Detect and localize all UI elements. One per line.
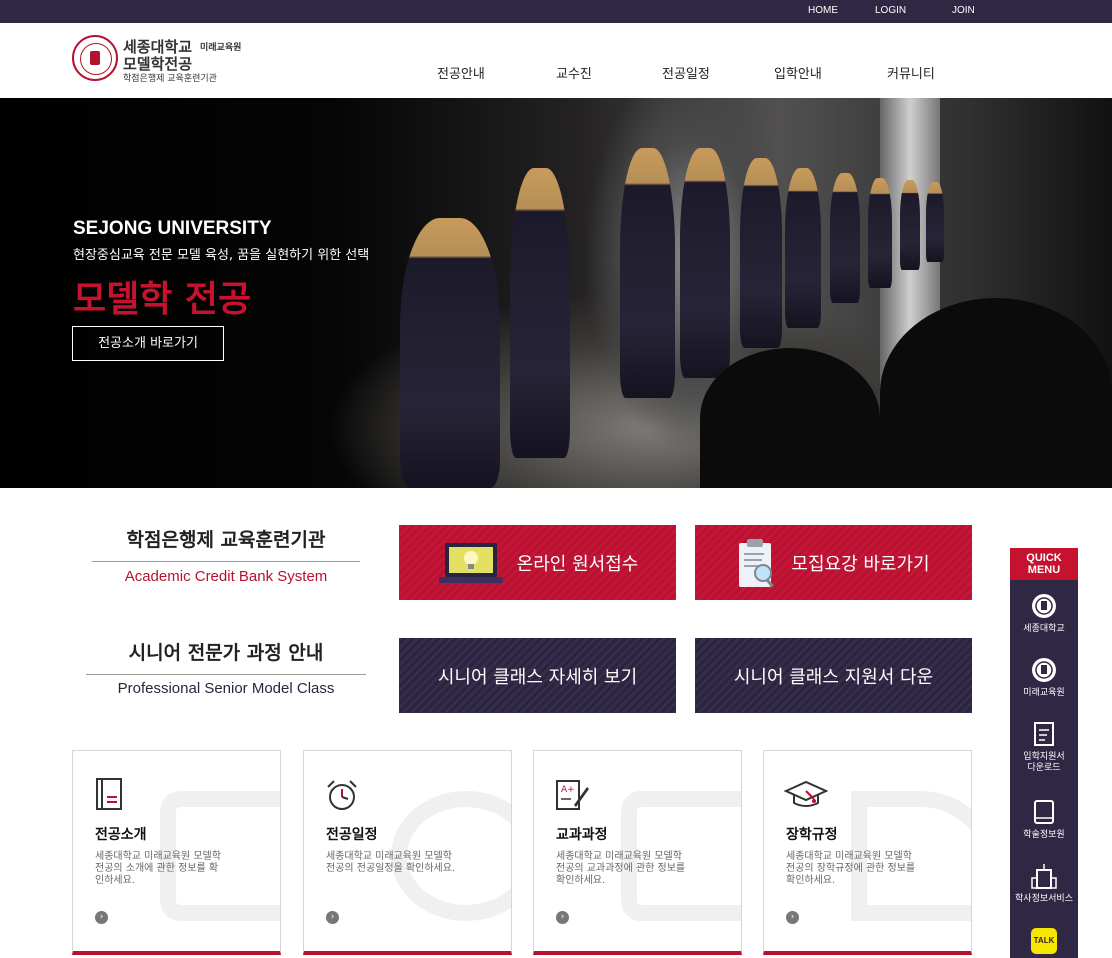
runway-model-figure (900, 180, 920, 270)
nav-item-faculty[interactable]: 교수진 (556, 63, 592, 82)
logo-tagline: 학점은행제 교육훈련기관 (123, 74, 217, 84)
runway-model-figure (740, 158, 782, 348)
runway-model-figure (620, 148, 675, 398)
kakao-talk-icon: TALK (1031, 928, 1057, 954)
section-divider (86, 674, 366, 675)
quick-item-kakao-talk[interactable]: TALK (1010, 928, 1078, 954)
chevron-right-icon[interactable]: › (326, 911, 339, 924)
quick-menu-title-2: MENU (1027, 564, 1061, 576)
runway-model-figure (868, 178, 892, 288)
chevron-right-icon[interactable]: › (95, 911, 108, 924)
svg-text:A+: A+ (561, 785, 575, 795)
online-application-button[interactable]: 온라인 원서접수 (399, 525, 676, 600)
runway-model-figure (510, 168, 570, 458)
recruitment-guide-label: 모집요강 바로가기 (791, 553, 930, 575)
grade-pencil-icon: A+ (556, 780, 589, 810)
senior-course-english: Professional Senior Model Class (117, 680, 335, 697)
quick-item-label: 세종대학교 (1023, 624, 1065, 634)
university-seal-logo[interactable] (72, 35, 118, 81)
major-intro-button[interactable]: 전공소개 바로가기 (72, 326, 224, 361)
top-utility-bar: HOME LOGIN JOIN (0, 0, 1112, 23)
runway-model-figure (400, 218, 500, 488)
hero-title: SEJONG UNIVERSITY (73, 218, 272, 239)
card-description: 세종대학교 미래교육원 모델학전공의 교과과정에 관한 정보를 확인하세요. (556, 851, 686, 886)
site-header: 세종대학교 미래교육원 모델학전공 학점은행제 교육훈련기관 전공안내 교수진 … (0, 23, 1112, 98)
quick-item-future-edu[interactable]: 미래교육원 (1010, 656, 1078, 699)
nav-item-admission[interactable]: 입학안내 (774, 63, 822, 82)
runway-model-figure (830, 173, 860, 303)
chevron-right-icon[interactable]: › (786, 911, 799, 924)
logo-school-name[interactable]: 미래교육원 (200, 40, 241, 53)
section-divider (92, 561, 360, 562)
hero-banner: SEJONG UNIVERSITY 현장중심교육 전문 모델 육성, 꿈을 실현… (0, 98, 1112, 488)
quick-item-label: 미래교육원 (1023, 688, 1065, 698)
laptop-lightbulb-icon (438, 542, 503, 583)
hero-major-heading: 모델학 전공 (73, 279, 252, 320)
card-title: 전공소개 (95, 827, 147, 843)
runway-model-figure (785, 168, 821, 328)
nav-item-major-info[interactable]: 전공안내 (437, 63, 485, 82)
join-link[interactable]: JOIN (952, 5, 975, 16)
runway-model-figure (680, 148, 730, 378)
login-link[interactable]: LOGIN (875, 5, 906, 16)
senior-class-detail-button[interactable]: 시니어 클래스 자세히 보기 (399, 638, 676, 713)
card-major-intro[interactable]: 전공소개 세종대학교 미래교육원 모델학전공의 소개에 관한 정보를 확인하세요… (72, 750, 281, 955)
senior-course-heading: 시니어 전문가 과정 안내 (128, 642, 324, 664)
graduation-cap-icon (784, 780, 828, 807)
quick-item-academic-service[interactable]: 학사정보서비스 (1010, 862, 1078, 905)
chevron-right-icon[interactable]: › (556, 911, 569, 924)
university-emblem-icon (1032, 658, 1056, 682)
card-description: 세종대학교 미래교육원 모델학전공의 소개에 관한 정보를 확인하세요. (95, 851, 221, 886)
credit-bank-english: Academic Credit Bank System (124, 568, 328, 585)
quick-item-label: 입학지원서 다운로드 (1023, 752, 1065, 773)
kakao-talk-label: TALK (1033, 936, 1055, 945)
card-description: 세종대학교 미래교육원 모델학전공의 장학규정에 관한 정보를 확인하세요. (786, 851, 916, 886)
audience-silhouette (700, 348, 880, 488)
runway-model-figure (926, 182, 944, 262)
quick-item-label: 학사정보서비스 (1015, 894, 1073, 904)
senior-class-application-download-button[interactable]: 시니어 클래스 지원서 다운 (695, 638, 972, 713)
recruitment-guide-button[interactable]: 모집요강 바로가기 (695, 525, 972, 600)
audience-silhouette (880, 298, 1112, 488)
card-title: 교과과정 (556, 827, 608, 843)
card-description: 세종대학교 미래교육원 모델학전공의 전공일정을 확인하세요. (326, 851, 456, 874)
quick-item-library[interactable]: 학술정보원 (1010, 798, 1078, 841)
building-icon (1031, 864, 1057, 889)
card-title: 전공일정 (326, 827, 378, 843)
quick-menu-header: QUICK MENU (1010, 548, 1078, 580)
card-scholarship[interactable]: 장학규정 세종대학교 미래교육원 모델학전공의 장학규정에 관한 정보를 확인하… (763, 750, 972, 955)
quick-menu-title-1: QUICK (1026, 552, 1062, 564)
card-curriculum[interactable]: A+ 교과과정 세종대학교 미래교육원 모델학전공의 교과과정에 관한 정보를 … (533, 750, 742, 955)
card-title: 장학규정 (786, 827, 838, 843)
quick-item-application-download[interactable]: 입학지원서 다운로드 (1010, 720, 1078, 774)
university-emblem-icon (1032, 594, 1056, 618)
document-edit-icon (1034, 722, 1054, 746)
credit-bank-heading: 학점은행제 교육훈련기관 (126, 529, 326, 551)
book-icon (96, 778, 122, 810)
quick-menu: QUICK MENU 세종대학교 미래교육원 입학지원서 다운로드 학술정보원 … (1010, 548, 1078, 958)
home-link[interactable]: HOME (808, 5, 838, 16)
quick-item-sejong-univ[interactable]: 세종대학교 (1010, 592, 1078, 635)
clipboard-search-icon (739, 538, 775, 587)
alarm-clock-icon (327, 780, 357, 810)
nav-item-community[interactable]: 커뮤니티 (887, 63, 935, 82)
hero-subtitle: 현장중심교육 전문 모델 육성, 꿈을 실현하기 위한 선택 (73, 248, 370, 263)
book-icon (1034, 800, 1054, 824)
quick-item-label: 학술정보원 (1023, 830, 1065, 840)
online-application-label: 온라인 원서접수 (516, 553, 639, 575)
nav-item-schedule[interactable]: 전공일정 (662, 63, 710, 82)
card-major-schedule[interactable]: 전공일정 세종대학교 미래교육원 모델학전공의 전공일정을 확인하세요. › (303, 750, 512, 955)
